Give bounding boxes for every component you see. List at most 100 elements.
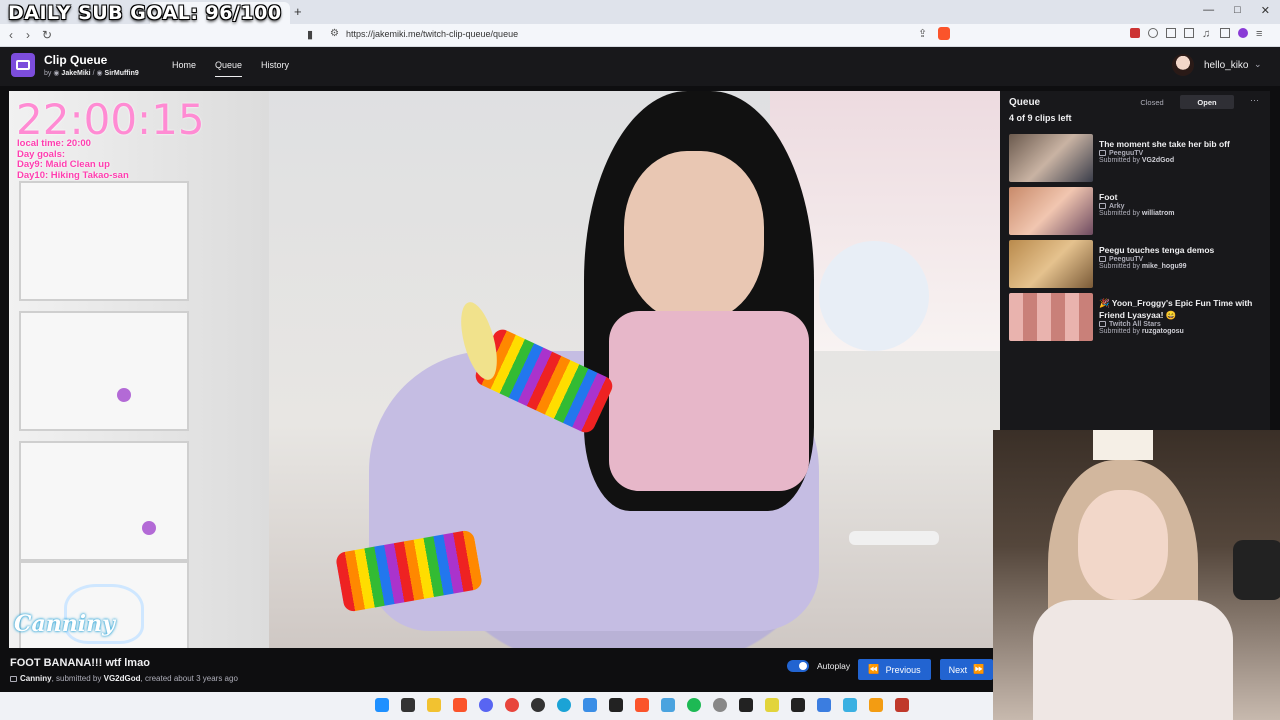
app-header: Clip Queue by ◉ JakeMiki / ◉ SirMuffin9 … — [0, 47, 1280, 86]
folder-icon[interactable] — [427, 698, 441, 712]
double-chevron-left-icon: ⏪ — [868, 664, 880, 674]
queue-item-channel: Twitch All Stars — [1109, 321, 1161, 328]
chrome-icon[interactable] — [505, 698, 519, 712]
queue-item[interactable]: Peegu touches tenga demos PeeguuTV Submi… — [1009, 240, 1264, 290]
window-controls: — □ ✕ — [1203, 4, 1270, 17]
music-icon[interactable]: ♫ — [1202, 28, 1212, 40]
app-icon[interactable] — [765, 698, 779, 712]
extension-icon[interactable] — [1148, 28, 1158, 38]
terminal-icon[interactable] — [739, 698, 753, 712]
video-scene-knob — [142, 521, 156, 535]
forward-icon[interactable]: › — [26, 28, 30, 42]
queue-panel: Queue Closed Open ··· 4 of 9 clips left … — [1000, 91, 1270, 430]
url-field[interactable]: ⚙ https://jakemiki.me/twitch-clip-queue/… — [326, 27, 956, 44]
webcam-overlay — [993, 430, 1280, 720]
start-icon[interactable] — [375, 698, 389, 712]
autoplay-toggle[interactable] — [787, 660, 809, 672]
queue-open-toggle[interactable]: Open — [1180, 95, 1234, 109]
author-link[interactable]: SirMuffin9 — [105, 70, 139, 77]
avatar[interactable] — [1172, 54, 1194, 76]
queue-item[interactable]: 🎉 Yoon_Froggy's Epic Fun Time with Frien… — [1009, 293, 1264, 343]
vlc-icon[interactable] — [869, 698, 883, 712]
user-name[interactable]: hello_kiko — [1204, 60, 1248, 71]
taskview-icon[interactable] — [401, 698, 415, 712]
autoplay-label: Autoplay — [817, 661, 851, 671]
chevron-down-icon[interactable]: ⌄ — [1254, 59, 1262, 70]
discord-icon[interactable] — [479, 698, 493, 712]
double-chevron-right-icon: ⏩ — [973, 664, 985, 674]
nav-history[interactable]: History — [261, 60, 289, 70]
tv-icon[interactable] — [11, 53, 35, 77]
clip-channel-link[interactable]: Canniny — [20, 674, 52, 683]
submitted-by-label: , submitted by — [51, 674, 102, 683]
queue-item-title: Foot — [1099, 192, 1118, 202]
app-icon[interactable] — [895, 698, 909, 712]
next-button[interactable]: Next ⏩ — [940, 659, 993, 680]
extension-icon[interactable] — [1238, 28, 1248, 38]
queue-item-meta: PeeguuTV Submitted by VG2dGod — [1099, 150, 1264, 164]
twitch-icon — [1099, 203, 1106, 209]
webcam-scene-figure — [1078, 490, 1168, 600]
menu-icon[interactable]: ≡ — [1256, 28, 1266, 40]
queue-item-title: 🎉 Yoon_Froggy's Epic Fun Time with Frien… — [1099, 298, 1253, 320]
minimize-icon[interactable]: — — [1203, 4, 1214, 17]
queue-item-submitter: ruzgatogosu — [1141, 328, 1184, 335]
obs-icon[interactable] — [531, 698, 545, 712]
submitted-by-label: Submitted by — [1099, 263, 1140, 270]
queue-item-meta: Arky Submitted by williatrom — [1099, 203, 1264, 217]
app-icon[interactable] — [713, 698, 727, 712]
app-icon[interactable] — [661, 698, 675, 712]
clip-video-player[interactable]: 22:00:15 local time: 20:00 Day goals: Da… — [9, 91, 1000, 648]
queue-closed-toggle[interactable]: Closed — [1130, 95, 1174, 109]
queue-item[interactable]: The moment she take her bib off PeeguuTV… — [1009, 134, 1264, 184]
sidebar-icon[interactable] — [1220, 28, 1230, 38]
queue-item-thumbnail — [1009, 293, 1093, 341]
nav-home[interactable]: Home — [172, 60, 196, 70]
brave-icon[interactable] — [453, 698, 467, 712]
spotify-icon[interactable] — [687, 698, 701, 712]
queue-count: 4 of 9 clips left — [1009, 113, 1072, 123]
share-icon[interactable]: ⇪ — [918, 27, 927, 40]
extension-icon[interactable] — [1184, 28, 1194, 38]
video-scene-knob — [117, 388, 131, 402]
site-settings-icon[interactable]: ⚙ — [330, 28, 339, 39]
address-bar: ‹ › ↻ ▮ ⚙ https://jakemiki.me/twitch-cli… — [0, 24, 1280, 47]
extension-icon[interactable] — [1166, 28, 1176, 38]
more-options-icon[interactable]: ··· — [1250, 95, 1259, 105]
capcut-icon[interactable] — [609, 698, 623, 712]
new-tab-button[interactable]: + — [294, 4, 302, 19]
video-scene-drawer — [19, 181, 189, 301]
maximize-icon[interactable]: □ — [1234, 4, 1241, 17]
brave-icon[interactable] — [635, 698, 649, 712]
brave-shields-icon[interactable] — [938, 27, 950, 40]
app-icon[interactable] — [843, 698, 857, 712]
submitted-by-label: Submitted by — [1099, 157, 1140, 164]
by-label: by — [44, 70, 52, 77]
author-link[interactable]: JakeMiki — [61, 70, 90, 77]
queue-item-thumbnail — [1009, 134, 1093, 182]
app-icon[interactable] — [817, 698, 831, 712]
edge-icon[interactable] — [557, 698, 571, 712]
reload-icon[interactable]: ↻ — [42, 28, 52, 42]
extension-icon[interactable] — [1130, 28, 1140, 38]
queue-item-submitter: williatrom — [1141, 210, 1175, 217]
stream-overlay-goals: local time: 20:00 Day goals: Day9: Maid … — [17, 138, 129, 181]
queue-item-channel: PeeguuTV — [1109, 256, 1144, 263]
taskbar-icons — [375, 698, 909, 712]
back-icon[interactable]: ‹ — [9, 28, 13, 42]
clip-created: , created about 3 years ago — [140, 674, 238, 683]
app-icon[interactable] — [583, 698, 597, 712]
bookmark-icon[interactable]: ▮ — [307, 28, 313, 41]
nav-queue[interactable]: Queue — [215, 60, 243, 77]
previous-button[interactable]: ⏪ Previous — [858, 659, 931, 680]
queue-item-channel: PeeguuTV — [1109, 150, 1144, 157]
terminal-icon[interactable] — [791, 698, 805, 712]
video-scene-remote — [849, 531, 939, 545]
overlay-line: Day9: Maid Clean up — [17, 159, 110, 170]
queue-item[interactable]: Foot Arky Submitted by williatrom — [1009, 187, 1264, 237]
github-icon: ◉ — [53, 70, 60, 77]
webcam-scene-figure — [1033, 600, 1233, 720]
webcam-scene-light — [1093, 430, 1153, 460]
close-window-icon[interactable]: ✕ — [1261, 4, 1270, 17]
video-scene-drawer — [19, 311, 189, 431]
